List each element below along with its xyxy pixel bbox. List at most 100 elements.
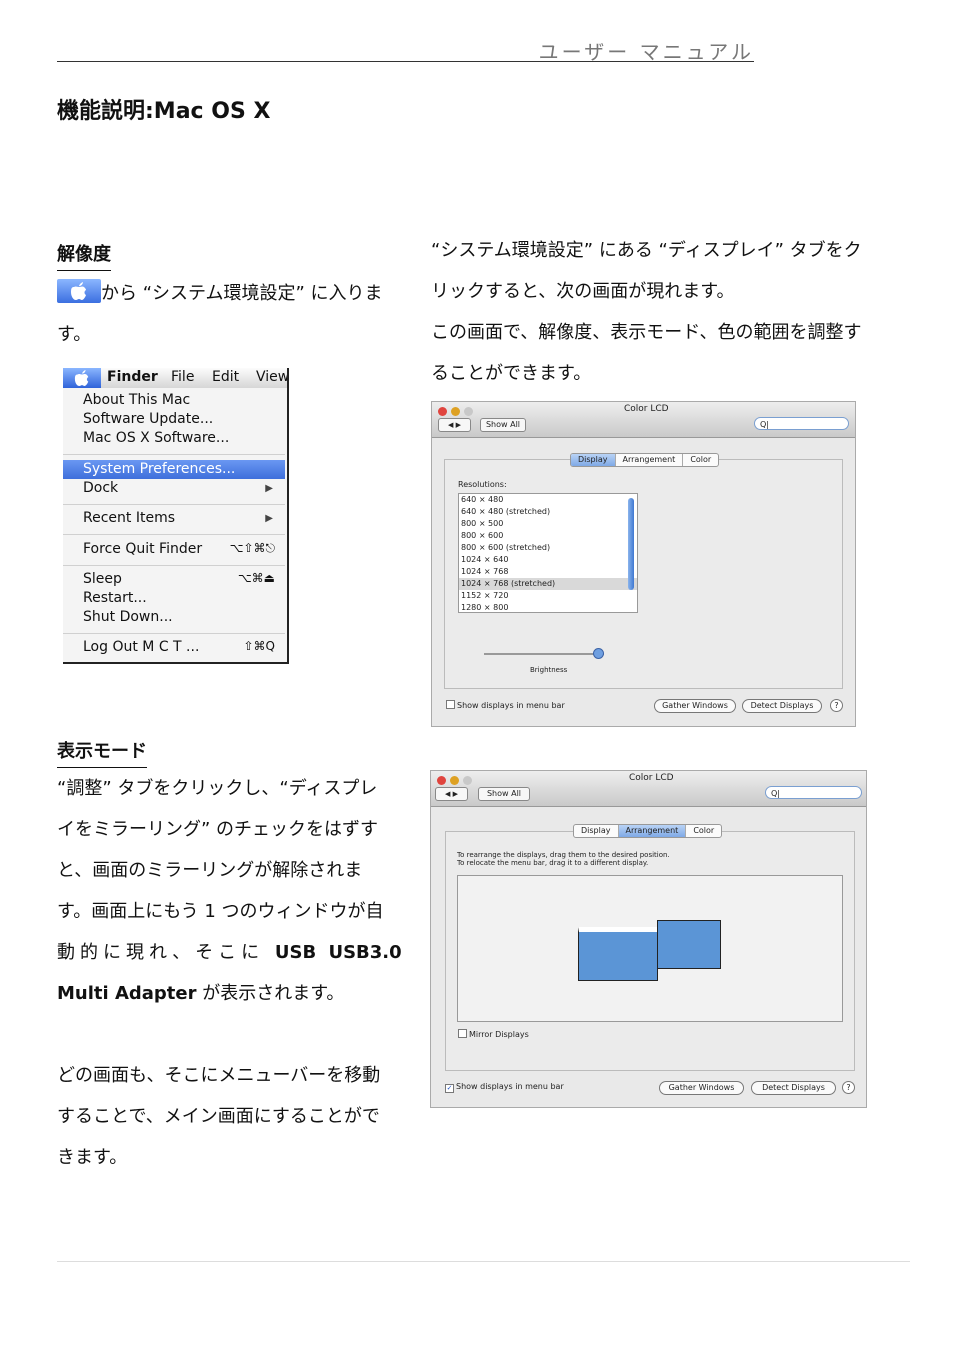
display-mode-heading: 表示モード — [57, 737, 147, 768]
checkbox-checked-icon[interactable]: ✓ — [445, 1084, 454, 1093]
show-all-button[interactable]: Show All — [478, 787, 530, 801]
scrollbar-thumb[interactable] — [628, 498, 634, 590]
text-line: 動的に現れ、そこに USB USB3.0 — [57, 932, 417, 973]
zoom-icon[interactable] — [464, 407, 473, 416]
display-mode-text: “調整” タブをクリックし、“ディスプレ イをミラーリング” のチェックをはずす… — [57, 768, 417, 1178]
checkbox-icon[interactable] — [458, 1029, 467, 1038]
show-menu-bar-checkbox[interactable]: Show displays in menu bar — [446, 700, 565, 710]
logout-shortcut: ⇧⌘Q — [243, 639, 276, 653]
back-forward-buttons[interactable]: ◀ ▶ — [438, 418, 471, 432]
menu-item-recent[interactable]: Recent Items ▶ — [83, 510, 285, 526]
list-item[interactable]: 1152 × 720 — [459, 590, 637, 602]
tab-display[interactable]: Display — [571, 454, 616, 466]
intro-text-2: す。 — [57, 324, 92, 345]
text-normal: 動的に現れ、そこに — [57, 942, 275, 963]
text-bold: USB USB3.0 — [274, 942, 402, 963]
list-item[interactable]: 1024 × 768 — [459, 566, 637, 578]
list-item[interactable]: 800 × 600 — [459, 530, 637, 542]
menu-item-software[interactable]: Mac OS X Software... — [83, 430, 229, 446]
menu-edit[interactable]: Edit — [212, 369, 239, 385]
close-icon[interactable] — [438, 407, 447, 416]
menu-bar: Finder File Edit View — [63, 368, 287, 388]
menu-item-dock[interactable]: Dock ▶ — [83, 480, 285, 496]
search-input[interactable]: Q| — [765, 786, 862, 799]
menu-separator — [63, 633, 285, 634]
tab-color[interactable]: Color — [683, 454, 718, 466]
close-icon[interactable] — [437, 776, 446, 785]
page-title: 機能説明:Mac OS X — [57, 99, 271, 124]
finder-apple-menu: Finder File Edit View About This Mac Sof… — [63, 368, 289, 664]
menu-view[interactable]: View — [256, 369, 287, 385]
list-item[interactable]: 1024 × 640 — [459, 554, 637, 566]
arrangement-preferences-window: Color LCD ◀ ▶ Show All Q| Display Arrang… — [430, 770, 867, 1108]
detect-displays-button[interactable]: Detect Displays — [751, 1081, 836, 1095]
show-menu-bar-label: Show displays in menu bar — [457, 701, 565, 710]
dock-label: Dock — [83, 480, 119, 496]
description-line: この画面で、解像度、表示モード、色の範囲を調整す — [431, 322, 862, 343]
sleep-shortcut: ⌥⌘⏏ — [237, 571, 275, 585]
page-header: ユーザー マニュアル — [57, 34, 754, 64]
list-item[interactable]: 1280 × 800 — [459, 602, 637, 614]
list-item[interactable]: 640 × 480 (stretched) — [459, 506, 637, 518]
zoom-icon[interactable] — [463, 776, 472, 785]
menu-item-shutdown[interactable]: Shut Down... — [83, 609, 173, 625]
window-titlebar: Color LCD ◀ ▶ Show All Q| — [432, 402, 855, 438]
tab-color[interactable]: Color — [686, 825, 721, 837]
menu-item-force-quit[interactable]: Force Quit Finder ⌥⇧⌘⎋ — [83, 541, 285, 557]
checkbox-icon[interactable] — [446, 700, 455, 709]
minimize-icon[interactable] — [450, 776, 459, 785]
menu-item-logout[interactable]: Log Out M C T ... ⇧⌘Q — [83, 639, 285, 655]
description-line: ることができます。 — [431, 363, 592, 384]
display-main[interactable] — [578, 927, 658, 981]
footer-divider — [57, 1261, 910, 1262]
menu-item-software-update[interactable]: Software Update... — [83, 411, 213, 427]
logout-label: Log Out M C T ... — [83, 639, 200, 655]
intro-text-1: から “システム環境設定” に入りま — [101, 283, 383, 304]
list-item[interactable]: 800 × 500 — [459, 518, 637, 530]
display-secondary[interactable] — [657, 920, 721, 969]
menu-file[interactable]: File — [171, 369, 194, 385]
description-line: リックすると、次の画面が現れます。 — [431, 281, 735, 302]
force-quit-label: Force Quit Finder — [83, 541, 203, 557]
manual-title: ユーザー マニュアル — [538, 40, 754, 64]
help-button[interactable]: ? — [842, 1081, 855, 1094]
apple-menu-icon — [57, 279, 101, 303]
gather-windows-button[interactable]: Gather Windows — [659, 1081, 744, 1095]
force-quit-shortcut: ⌥⇧⌘⎋ — [229, 541, 275, 555]
brightness-label: Brightness — [530, 666, 568, 674]
text-line: することで、メイン画面にすることがで — [57, 1106, 380, 1127]
gather-windows-button[interactable]: Gather Windows — [654, 699, 736, 713]
tab-arrangement[interactable]: Arrangement — [618, 825, 687, 837]
text-normal: が表示されます。 — [196, 983, 345, 1004]
show-menu-bar-checkbox[interactable]: ✓ Show displays in menu bar — [445, 1082, 564, 1093]
tab-display[interactable]: Display — [574, 825, 619, 837]
resolution-heading: 解像度 — [57, 240, 111, 271]
list-item[interactable]: 640 × 480 — [459, 494, 637, 506]
window-title: Color LCD — [624, 404, 669, 414]
help-button[interactable]: ? — [830, 699, 843, 712]
resolution-list[interactable]: 640 × 480 640 × 480 (stretched) 800 × 50… — [458, 493, 638, 613]
list-item-selected[interactable]: 1024 × 768 (stretched) — [459, 578, 637, 590]
brightness-slider[interactable] — [484, 653, 604, 655]
menu-item-system-preferences[interactable]: System Preferences... — [63, 460, 285, 479]
search-input[interactable]: Q| — [754, 417, 849, 430]
resolution-intro: から “システム環境設定” に入りま す。 — [57, 273, 417, 355]
text-line: Multi Adapter が表示されます。 — [57, 973, 417, 1014]
text-line: “調整” タブをクリックし、“ディスプレ — [57, 778, 378, 799]
mirror-displays-checkbox[interactable]: Mirror Displays — [458, 1029, 529, 1039]
recent-label: Recent Items — [83, 510, 175, 526]
detect-displays-button[interactable]: Detect Displays — [742, 699, 822, 713]
tab-arrangement[interactable]: Arrangement — [616, 454, 684, 466]
menu-finder[interactable]: Finder — [107, 369, 158, 385]
apple-icon[interactable] — [63, 368, 101, 388]
show-all-button[interactable]: Show All — [480, 418, 526, 432]
menu-item-sleep[interactable]: Sleep ⌥⌘⏏ — [83, 571, 285, 587]
list-item[interactable]: 800 × 600 (stretched) — [459, 542, 637, 554]
menu-separator — [63, 565, 285, 566]
menu-item-restart[interactable]: Restart... — [83, 590, 147, 606]
minimize-icon[interactable] — [451, 407, 460, 416]
brightness-slider-thumb[interactable] — [593, 648, 604, 659]
resolutions-label: Resolutions: — [458, 480, 507, 489]
menu-item-about[interactable]: About This Mac — [83, 392, 190, 408]
back-forward-buttons[interactable]: ◀ ▶ — [435, 787, 468, 801]
